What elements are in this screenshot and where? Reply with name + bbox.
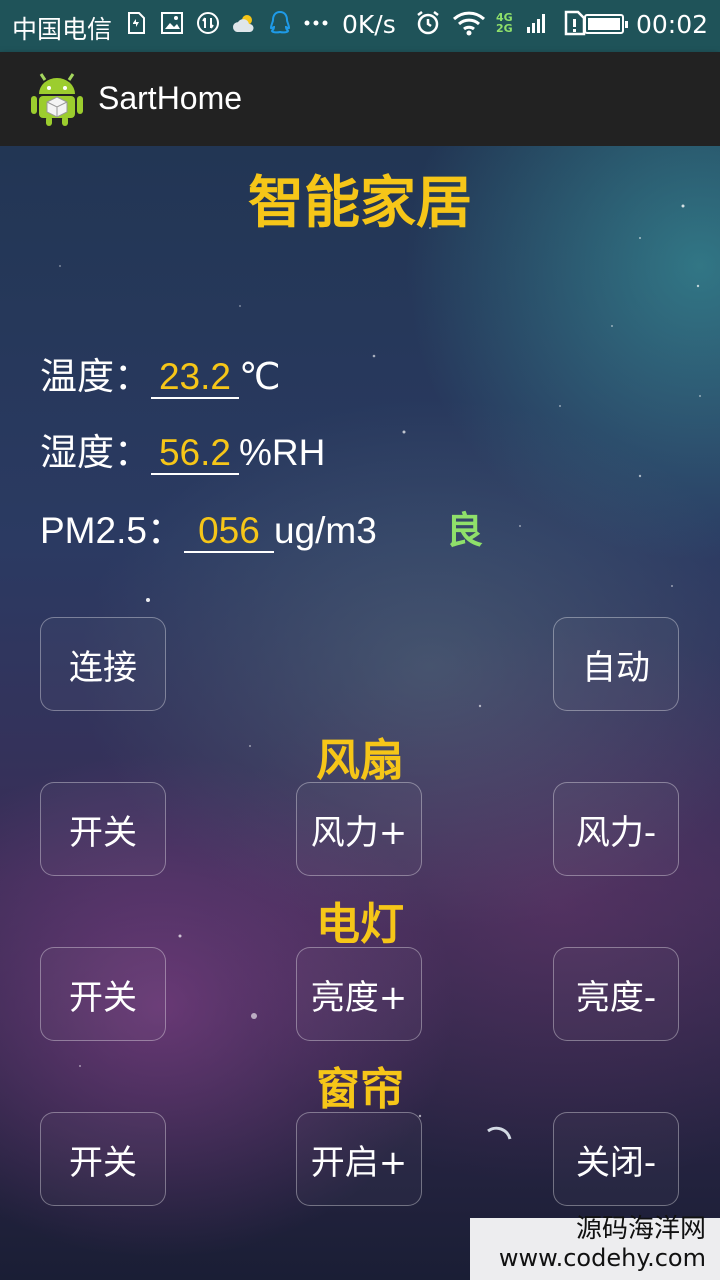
curtain-open-button[interactable]: 开启+ [296, 1112, 422, 1206]
watermark-line2: www.codehy.com [498, 1244, 706, 1272]
battery-icon [584, 14, 628, 34]
sim-card-icon [122, 9, 150, 37]
light-toggle-button[interactable]: 开关 [40, 947, 166, 1041]
pm25-label: PM2.5： [40, 510, 184, 551]
signal-icon [523, 9, 551, 37]
action-bar: SartHome [0, 52, 720, 146]
curtain-section-title: 窗帘 [316, 1064, 404, 1115]
connect-button[interactable]: 连接 [40, 617, 166, 711]
fan-toggle-button[interactable]: 开关 [40, 782, 166, 876]
pm25-row: PM2.5： 056 ug/m3 [40, 500, 377, 554]
more-icon [302, 9, 330, 37]
air-quality-badge: 良 [446, 509, 483, 552]
weather-icon [230, 9, 258, 37]
auto-button[interactable]: 自动 [553, 617, 679, 711]
humidity-unit: %RH [239, 432, 326, 473]
android-app-icon [28, 70, 86, 128]
sync-icon [194, 9, 222, 37]
light-brightness-down-button[interactable]: 亮度- [553, 947, 679, 1041]
carrier-name: 中国电信 [12, 15, 113, 44]
watermark-line1: 源码海洋网 [575, 1214, 706, 1244]
temperature-row: 温度： 23.2 ℃ [40, 346, 281, 400]
main-panel: 智能家居 温度： 23.2 ℃ 湿度： 56.2 %RH PM2.5： 056 ug/m3 … [0, 146, 720, 1280]
fan-section-title: 风扇 [316, 735, 404, 786]
watermark: 源码海洋网 www.codehy.com [499, 1214, 706, 1272]
pm25-unit: ug/m3 [273, 510, 377, 551]
network-type-bottom: 2G [496, 22, 513, 35]
temperature-value: 23.2 [151, 357, 239, 399]
status-bar: 中国电信 0K/s 4G 2G 00:02 [0, 0, 720, 52]
temperature-label: 温度： [40, 356, 151, 397]
light-section-title: 电灯 [316, 899, 404, 950]
page-title: 智能家居 [248, 171, 472, 236]
network-type-badge: 4G 2G [496, 12, 513, 34]
temperature-unit: ℃ [239, 356, 281, 397]
notification-icons [122, 9, 330, 37]
fan-speed-down-button[interactable]: 风力- [553, 782, 679, 876]
humidity-label: 湿度： [40, 432, 151, 473]
humidity-row: 湿度： 56.2 %RH [40, 422, 325, 476]
network-speed: 0K/s [342, 10, 396, 39]
fan-speed-up-button[interactable]: 风力+ [296, 782, 422, 876]
image-icon [158, 9, 186, 37]
curtain-close-button[interactable]: 关闭- [553, 1112, 679, 1206]
qq-icon [266, 9, 294, 37]
humidity-value: 56.2 [151, 433, 239, 475]
wifi-icon [452, 9, 486, 37]
alarm-icon [414, 9, 442, 37]
clock: 00:02 [635, 10, 708, 39]
system-icons: 4G 2G [414, 9, 589, 37]
app-title: SartHome [98, 80, 243, 116]
pm25-value: 056 [183, 511, 274, 553]
light-brightness-up-button[interactable]: 亮度+ [296, 947, 422, 1041]
curtain-toggle-button[interactable]: 开关 [40, 1112, 166, 1206]
